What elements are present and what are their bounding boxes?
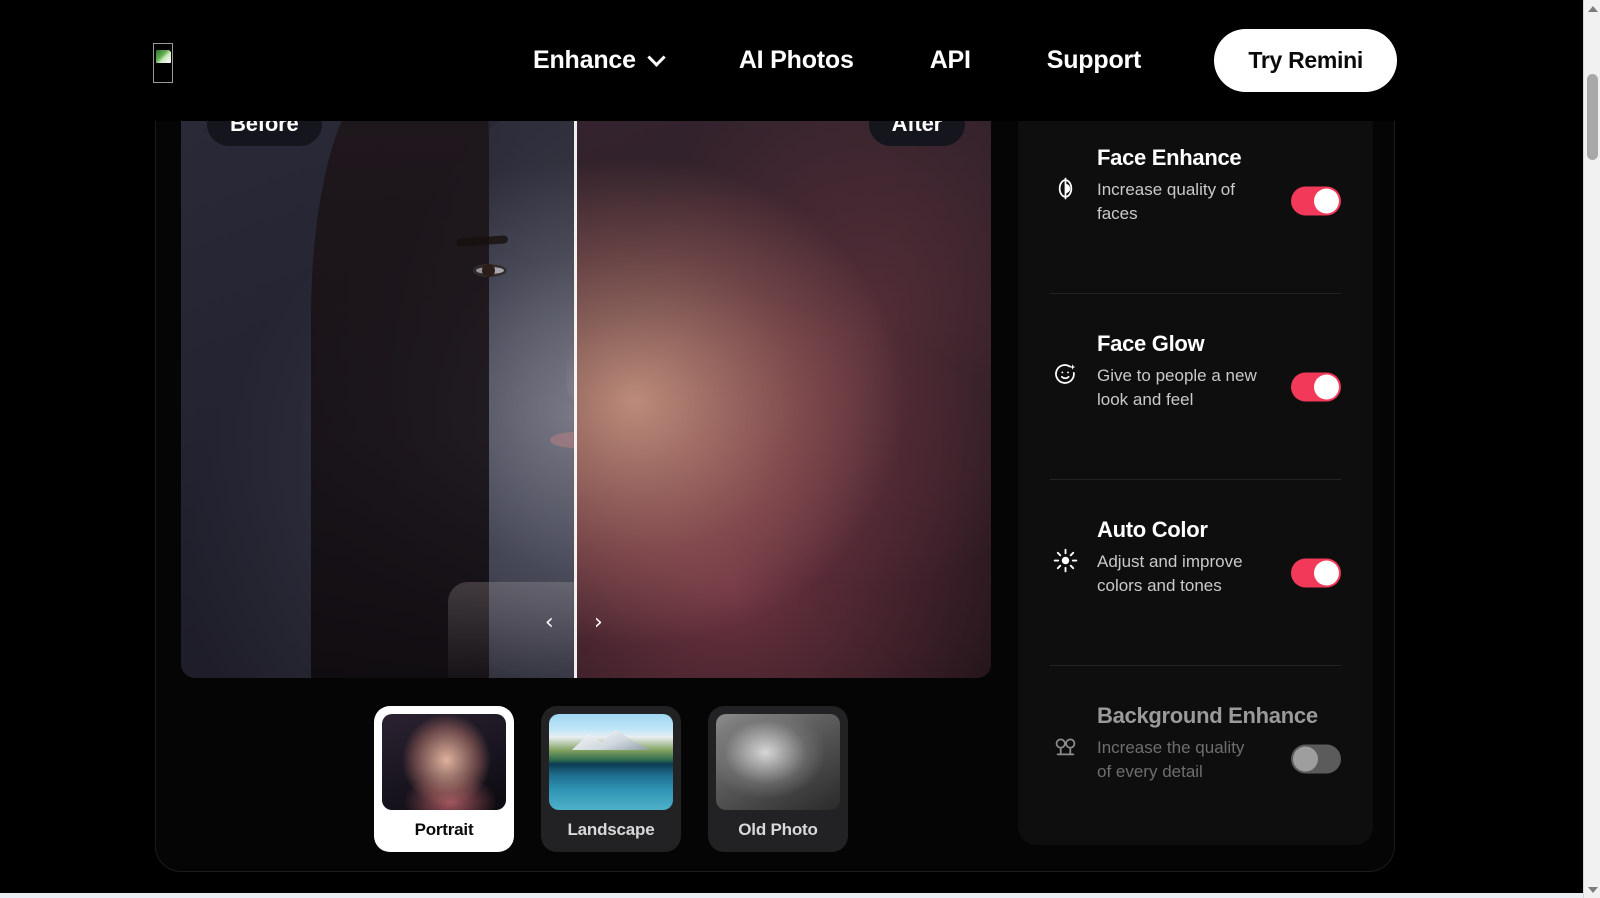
toggle-knob	[1314, 374, 1339, 399]
try-remini-button[interactable]: Try Remini	[1214, 29, 1397, 92]
nav-item-api[interactable]: API	[892, 46, 1009, 75]
toggle-knob	[1314, 188, 1339, 213]
toggle-auto-color[interactable]	[1291, 558, 1341, 587]
thumbnail-portrait-label: Portrait	[414, 820, 474, 839]
web-page: Enhance AI Photos API Support Try Remini	[0, 0, 1583, 893]
remini-logo-icon[interactable]	[153, 43, 173, 83]
face-glow-icon	[1050, 362, 1080, 387]
brightness-sun-icon	[1050, 548, 1080, 573]
thumbnail-old-photo-label: Old Photo	[738, 820, 818, 839]
face-enhance-icon	[1050, 176, 1080, 201]
scrollbar-thumb[interactable]	[1587, 74, 1598, 160]
setting-face-glow-description: Give to people a new look and feel	[1097, 365, 1257, 409]
triangle-down-icon	[1587, 886, 1598, 893]
setting-background-enhance-description: Increase the quality of every detail	[1097, 737, 1245, 781]
before-after-comparison[interactable]: ‹ › Before After	[181, 78, 991, 678]
setting-background-enhance-title: Background Enhance	[1097, 703, 1318, 728]
setting-face-enhance-title: Face Enhance	[1097, 145, 1242, 170]
toggle-knob	[1293, 746, 1318, 772]
setting-face-enhance[interactable]: Face Enhance Increase quality of faces	[1050, 108, 1341, 294]
setting-auto-color[interactable]: Auto Color Adjust and improve colors and…	[1050, 480, 1341, 666]
sample-thumbnails: Portrait Landscape Old Photo	[206, 706, 1016, 852]
thumbnail-old-photo-image	[716, 714, 840, 810]
toggle-background-enhance[interactable]	[1291, 744, 1341, 774]
thumbnail-landscape-image	[549, 714, 673, 810]
scroll-up-button[interactable]	[1584, 0, 1600, 17]
nav-item-support[interactable]: Support	[1009, 46, 1179, 75]
thumbnail-portrait-image	[382, 714, 506, 810]
chevron-down-icon	[647, 48, 666, 67]
broken-image-glyph	[156, 47, 172, 63]
setting-face-glow-title: Face Glow	[1097, 331, 1205, 356]
scroll-down-button[interactable]	[1584, 881, 1600, 898]
chevron-left-icon[interactable]: ‹	[545, 612, 554, 634]
thumbnail-portrait[interactable]: Portrait	[374, 706, 514, 852]
thumbnail-landscape[interactable]: Landscape	[541, 706, 681, 852]
nav-item-api-label: API	[929, 46, 971, 74]
setting-face-enhance-description: Increase quality of faces	[1097, 179, 1235, 223]
comparison-slider-handle[interactable]: ‹ ›	[545, 78, 603, 678]
toggle-face-enhance[interactable]	[1291, 186, 1341, 215]
horizontal-scrollbar[interactable]	[0, 893, 1583, 898]
thumbnail-landscape-label: Landscape	[567, 820, 655, 839]
nav-item-enhance-label: Enhance	[533, 46, 636, 74]
setting-auto-color-description: Adjust and improve colors and tones	[1097, 551, 1243, 595]
nav-item-ai-photos-label: AI Photos	[738, 46, 854, 74]
nav-item-support-label: Support	[1046, 46, 1142, 74]
vertical-scrollbar[interactable]	[1583, 0, 1600, 898]
browser-viewport: Enhance AI Photos API Support Try Remini	[0, 0, 1600, 898]
site-header: Enhance AI Photos API Support Try Remini	[0, 0, 1583, 121]
nav-item-ai-photos[interactable]: AI Photos	[701, 46, 892, 75]
nav-item-enhance[interactable]: Enhance	[495, 46, 701, 75]
toggle-knob	[1314, 560, 1339, 585]
enhance-settings-panel: Face Enhance Increase quality of faces F…	[1018, 108, 1373, 845]
portrait-eye-left	[472, 264, 507, 277]
setting-face-glow[interactable]: Face Glow Give to people a new look and …	[1050, 294, 1341, 480]
chevron-right-icon[interactable]: ›	[594, 612, 603, 634]
setting-auto-color-title: Auto Color	[1097, 517, 1208, 542]
setting-background-enhance[interactable]: Background Enhance Increase the quality …	[1050, 666, 1341, 845]
comparison-area: ‹ › Before After Portrait Landscape Old …	[181, 78, 991, 852]
toggle-face-glow[interactable]	[1291, 372, 1341, 401]
triangle-up-icon	[1587, 5, 1598, 12]
thumbnail-old-photo[interactable]: Old Photo	[708, 706, 848, 852]
trees-icon	[1050, 734, 1080, 759]
main-navigation: Enhance AI Photos API Support	[495, 0, 1179, 121]
enhance-demo-card: ‹ › Before After Portrait Landscape Old …	[155, 77, 1395, 872]
